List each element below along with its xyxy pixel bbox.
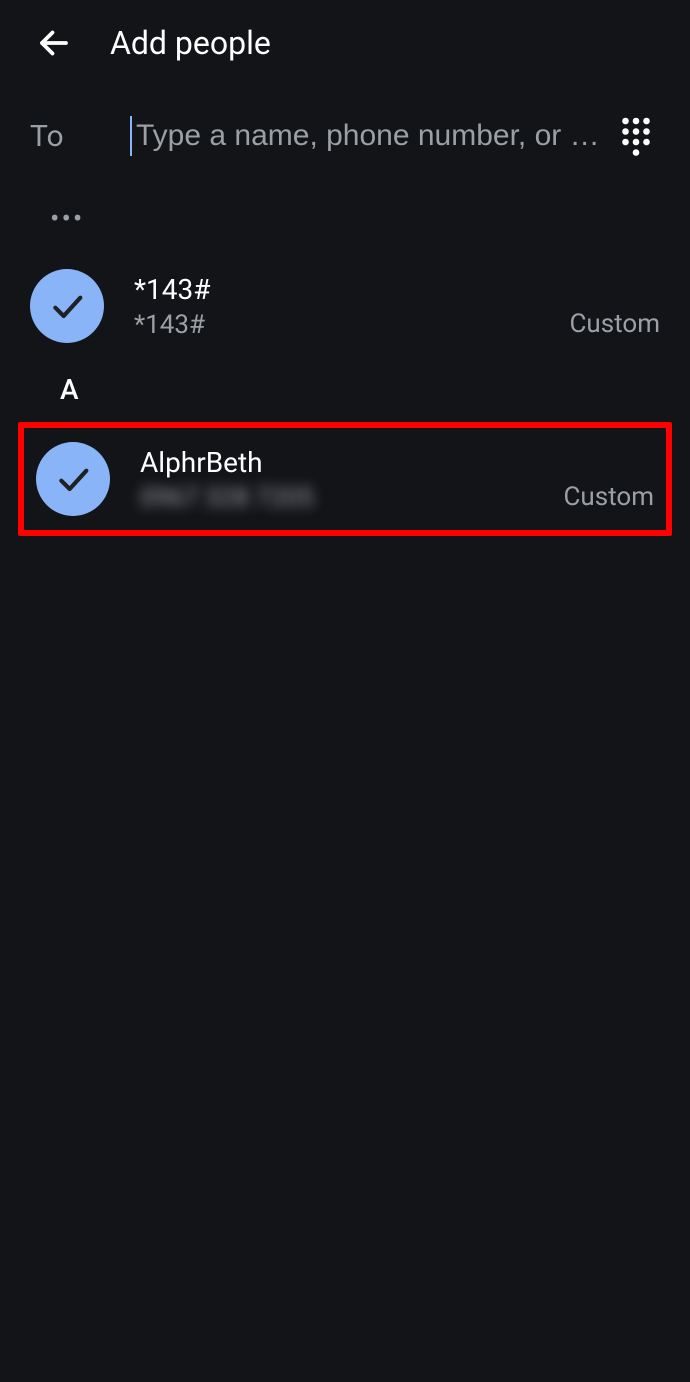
app-header: Add people [0,0,690,86]
contact-avatar [36,442,110,516]
check-icon [47,286,87,326]
back-button[interactable] [30,19,78,67]
contact-type-label: Custom [569,309,660,339]
more-dots-icon: ••• [50,202,84,235]
search-input[interactable] [130,116,596,156]
dialpad-icon [618,114,654,158]
contact-phone: *143# [134,310,569,340]
to-label: To [30,119,130,154]
contact-info: *143# *143# [134,273,569,340]
contact-phone: 0967 328 7205 [140,483,563,513]
arrow-left-icon [36,25,72,61]
more-row: ••• [0,186,690,255]
check-icon [53,459,93,499]
contact-type-label: Custom [563,482,654,512]
contact-row[interactable]: *143# *143#Custom [0,255,690,357]
search-row: To [0,86,690,186]
highlight-box: AlphrBeth 0967 328 7205Custom [18,422,672,536]
contact-name: *143# [134,273,569,306]
contact-avatar [30,269,104,343]
section-header: A [0,357,690,418]
page-title: Add people [110,24,271,62]
contact-name: AlphrBeth [140,446,563,479]
contacts-list: *143#*143#CustomAAlphrBeth0967 328 7205C… [0,255,690,536]
contact-row[interactable]: AlphrBeth 0967 328 7205Custom [24,428,666,530]
contact-info: AlphrBeth 0967 328 7205 [140,446,563,513]
dialpad-button[interactable] [612,112,660,160]
